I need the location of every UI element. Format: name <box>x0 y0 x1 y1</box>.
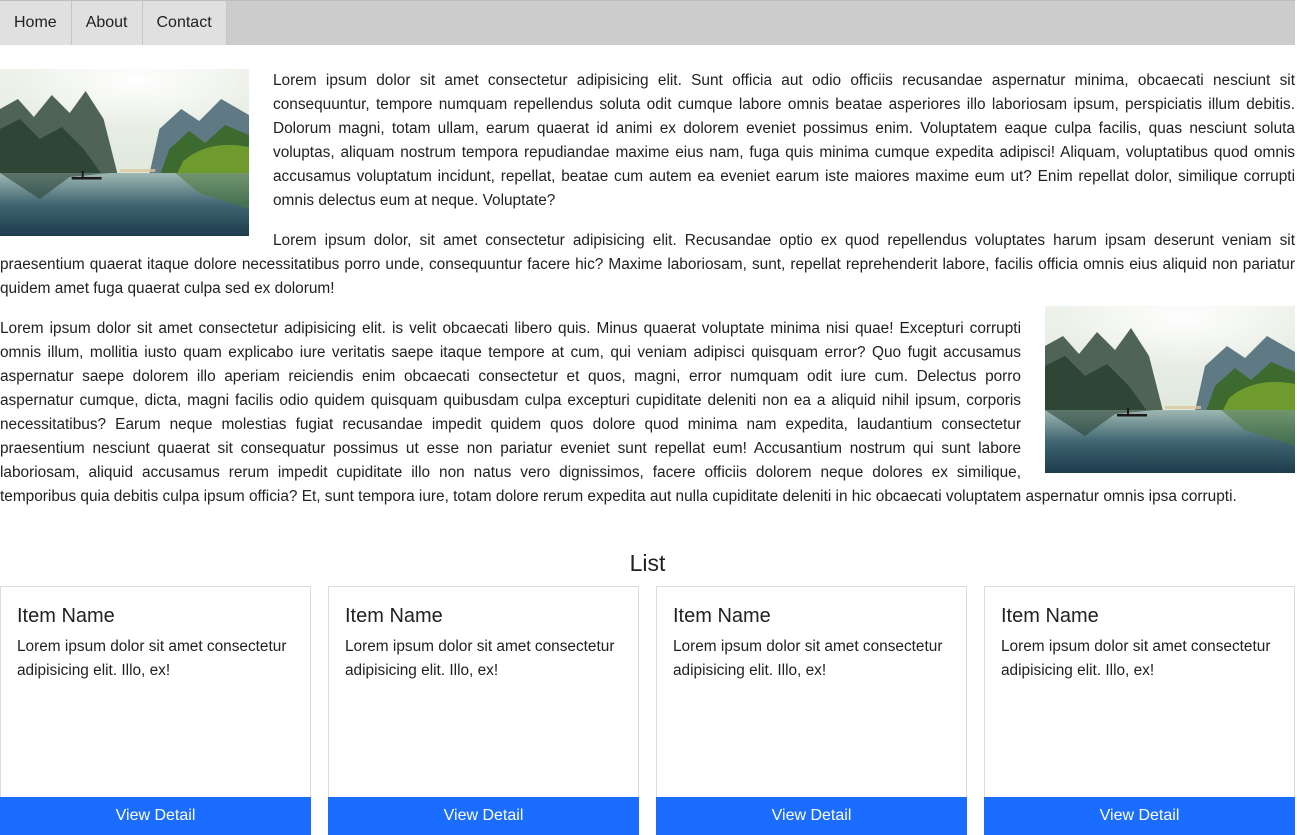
item-card: Item Name Lorem ipsum dolor sit amet con… <box>0 586 311 835</box>
lake-landscape-image-right <box>1045 306 1295 473</box>
item-card-description: Lorem ipsum dolor sit amet consectetur a… <box>673 638 943 679</box>
item-card-title: Item Name <box>17 605 115 627</box>
list-heading: List <box>629 550 666 576</box>
item-card-description: Lorem ipsum dolor sit amet consectetur a… <box>1001 638 1271 679</box>
item-card: Item Name Lorem ipsum dolor sit amet con… <box>656 586 967 835</box>
view-detail-button[interactable]: View Detail <box>656 797 967 835</box>
article-paragraph-2: Lorem ipsum dolor, sit amet consectetur … <box>0 232 1295 297</box>
item-card-list: Item Name Lorem ipsum dolor sit amet con… <box>0 586 1295 835</box>
lake-landscape-image <box>0 69 249 236</box>
view-detail-button[interactable]: View Detail <box>984 797 1295 835</box>
item-card-title: Item Name <box>673 605 771 627</box>
top-nav-bar: Home About Contact <box>0 0 1295 45</box>
article-content: Lorem ipsum dolor sit amet consectetur a… <box>0 69 1295 525</box>
nav-item-home[interactable]: Home <box>0 1 72 45</box>
item-card-description: Lorem ipsum dolor sit amet consectetur a… <box>345 638 615 679</box>
lake-landscape-picture <box>1045 306 1295 473</box>
item-card-description: Lorem ipsum dolor sit amet consectetur a… <box>17 638 287 679</box>
item-card: Item Name Lorem ipsum dolor sit amet con… <box>984 586 1295 835</box>
nav-item-contact[interactable]: Contact <box>142 1 227 45</box>
view-detail-button[interactable]: View Detail <box>328 797 639 835</box>
item-card: Item Name Lorem ipsum dolor sit amet con… <box>328 586 639 835</box>
lake-landscape-picture <box>0 69 249 236</box>
item-card-title: Item Name <box>1001 605 1099 627</box>
view-detail-button[interactable]: View Detail <box>0 797 311 835</box>
item-card-title: Item Name <box>345 605 443 627</box>
nav-item-about[interactable]: About <box>71 1 143 45</box>
